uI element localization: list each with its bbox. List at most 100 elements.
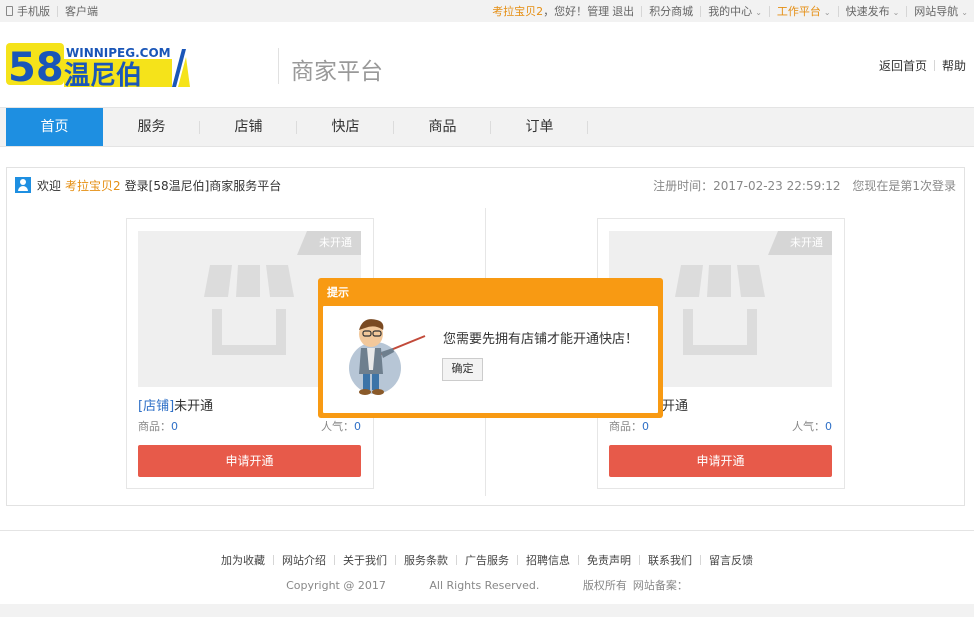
footer-link-feedback[interactable]: 留言反馈: [709, 552, 753, 568]
quick-post-menu[interactable]: 快速发布 ⌄: [846, 3, 900, 19]
mobile-version-link[interactable]: 手机版: [17, 3, 50, 19]
site-nav-menu[interactable]: 网站导航 ⌄: [914, 3, 968, 19]
nav-label: 商品: [428, 119, 457, 135]
card-stats: 商品：0 人气：0: [138, 418, 361, 434]
presenter-illustration: [349, 319, 426, 395]
dialog-body: 您需要先拥有店铺才能开通快店！ 确定: [323, 306, 658, 413]
popularity-count: 0: [825, 420, 832, 433]
copyright: Copyright @ 2017 All Rights Reserved. 版权…: [0, 577, 974, 593]
alert-dialog: 提示 您需要先拥有店铺才能开通快店！ 确定: [318, 278, 663, 418]
welcome-bar: 欢迎 考拉宝贝2 登录[58温尼伯]商家服务平台 注册时间：2017-02-23…: [7, 168, 964, 202]
back-home-link[interactable]: 返回首页: [879, 57, 927, 74]
goods-count: 0: [642, 420, 649, 433]
popularity-label: 人气：: [321, 420, 354, 433]
nav-item-service[interactable]: 服务: [103, 108, 200, 146]
welcome-username[interactable]: 考拉宝贝2: [65, 177, 121, 194]
welcome-prefix: 欢迎: [37, 178, 62, 193]
popularity-count: 0: [354, 420, 361, 433]
nav-label: 快店: [331, 119, 360, 135]
nav-item-quick-shop[interactable]: 快店: [297, 108, 394, 146]
status-badge: 未开通: [297, 231, 361, 255]
divider: [641, 5, 643, 17]
divider: [933, 60, 935, 71]
my-center-label: 我的中心: [708, 5, 753, 18]
username-link[interactable]: 考拉宝贝2: [492, 3, 543, 19]
footer-link-ads[interactable]: 广告服务: [465, 552, 509, 568]
goods-label: 商品：: [609, 420, 642, 433]
logo-graphic: 58 WINNIPEG.COM 温尼伯: [6, 43, 190, 91]
user-icon: [15, 177, 31, 193]
nav-item-home[interactable]: 首页: [6, 108, 103, 146]
status-badge: 未开通: [768, 231, 832, 255]
dialog-message: 您需要先拥有店铺才能开通快店！: [443, 332, 639, 347]
footer-link-terms[interactable]: 服务条款: [404, 552, 448, 568]
popularity-label: 人气：: [792, 420, 825, 433]
mobile-phone-icon: [6, 6, 13, 16]
footer-link-disclaimer[interactable]: 免责声明: [587, 552, 631, 568]
goods-count: 0: [171, 420, 178, 433]
nav-item-goods[interactable]: 商品: [394, 108, 491, 146]
svg-text:WINNIPEG.COM: WINNIPEG.COM: [66, 46, 171, 60]
main-nav: 首页 服务 店铺 快店 商品 订单: [0, 107, 974, 147]
chevron-down-icon: ⌄: [823, 8, 831, 17]
footer-links: 加为收藏 网站介绍 关于我们 服务条款 广告服务 招聘信息 免责声明 联系我们 …: [0, 552, 974, 568]
svg-text:58: 58: [8, 45, 64, 91]
divider: [700, 5, 702, 17]
site-nav-label: 网站导航: [914, 5, 959, 18]
card-stats: 商品：0 人气：0: [609, 418, 832, 434]
divider: [906, 5, 908, 17]
chevron-down-icon: ⌄: [755, 8, 762, 17]
platform-title: 商家平台: [291, 59, 383, 85]
storefront-icon: [675, 265, 765, 355]
footer-link-about-site[interactable]: 网站介绍: [282, 552, 326, 568]
icp-record: 网站备案：: [632, 579, 688, 592]
dialog-title: 提示: [327, 286, 349, 299]
apply-open-button[interactable]: 申请开通: [609, 445, 832, 477]
quick-post-label: 快速发布: [845, 5, 890, 18]
workbench-label: 工作平台: [776, 5, 821, 18]
nav-label: 店铺: [234, 119, 263, 135]
site-logo[interactable]: 58 WINNIPEG.COM 温尼伯: [6, 35, 190, 93]
card-status: 未开通: [174, 399, 214, 414]
nav-label: 订单: [525, 119, 554, 135]
workbench-menu[interactable]: 工作平台 ⌄: [777, 3, 831, 19]
header-links: 返回首页 帮助: [879, 57, 966, 74]
register-time: 注册时间：2017-02-23 22:59:12: [653, 178, 841, 193]
copyright-owner: 版权所有: [582, 579, 627, 592]
divider: [837, 5, 839, 17]
divider: [768, 5, 770, 17]
apply-open-button[interactable]: 申请开通: [138, 445, 361, 477]
card-title: [店铺]未开通: [138, 395, 213, 414]
top-bar: 手机版 客户端 考拉宝贝2 ，您好！ 管理 退出 积分商城 我的中心 ⌄ 工作平台…: [0, 0, 974, 22]
copyright-year: Copyright @ 2017: [286, 579, 386, 592]
my-center-menu[interactable]: 我的中心 ⌄: [708, 3, 762, 19]
footer-link-favorite[interactable]: 加为收藏: [221, 552, 265, 568]
goods-label: 商品：: [138, 420, 171, 433]
chevron-down-icon: ⌄: [961, 8, 968, 17]
logout-link[interactable]: 退出: [612, 3, 634, 19]
greeting-text: ，您好！: [543, 5, 588, 18]
footer-link-contact[interactable]: 联系我们: [648, 552, 692, 568]
site-header: 58 WINNIPEG.COM 温尼伯 商家平台 返回首页 帮助: [0, 22, 974, 107]
footer-divider: [0, 530, 974, 531]
footer-link-about-us[interactable]: 关于我们: [343, 552, 387, 568]
nav-label: 服务: [137, 119, 166, 135]
bottom-strip: [0, 604, 974, 617]
ok-button[interactable]: 确定: [442, 358, 483, 381]
client-link[interactable]: 客户端: [65, 3, 98, 19]
footer-link-jobs[interactable]: 招聘信息: [526, 552, 570, 568]
nav-item-orders[interactable]: 订单: [491, 108, 588, 146]
manage-link[interactable]: 管理: [587, 3, 609, 19]
help-link[interactable]: 帮助: [942, 57, 966, 74]
nav-label: 首页: [40, 119, 69, 135]
nav-item-shop[interactable]: 店铺: [200, 108, 297, 146]
chevron-down-icon: ⌄: [892, 8, 900, 17]
header-divider: [278, 48, 279, 84]
points-mall-link[interactable]: 积分商城: [649, 3, 693, 19]
card-type-link[interactable]: [店铺]: [138, 399, 174, 414]
rights-reserved: All Rights Reserved.: [429, 579, 540, 592]
site-footer: 加为收藏 网站介绍 关于我们 服务条款 广告服务 招聘信息 免责声明 联系我们 …: [0, 552, 974, 593]
svg-text:温尼伯: 温尼伯: [64, 60, 142, 91]
storefront-icon: [204, 265, 294, 355]
welcome-suffix: 登录[58温尼伯]商家服务平台: [124, 178, 282, 193]
